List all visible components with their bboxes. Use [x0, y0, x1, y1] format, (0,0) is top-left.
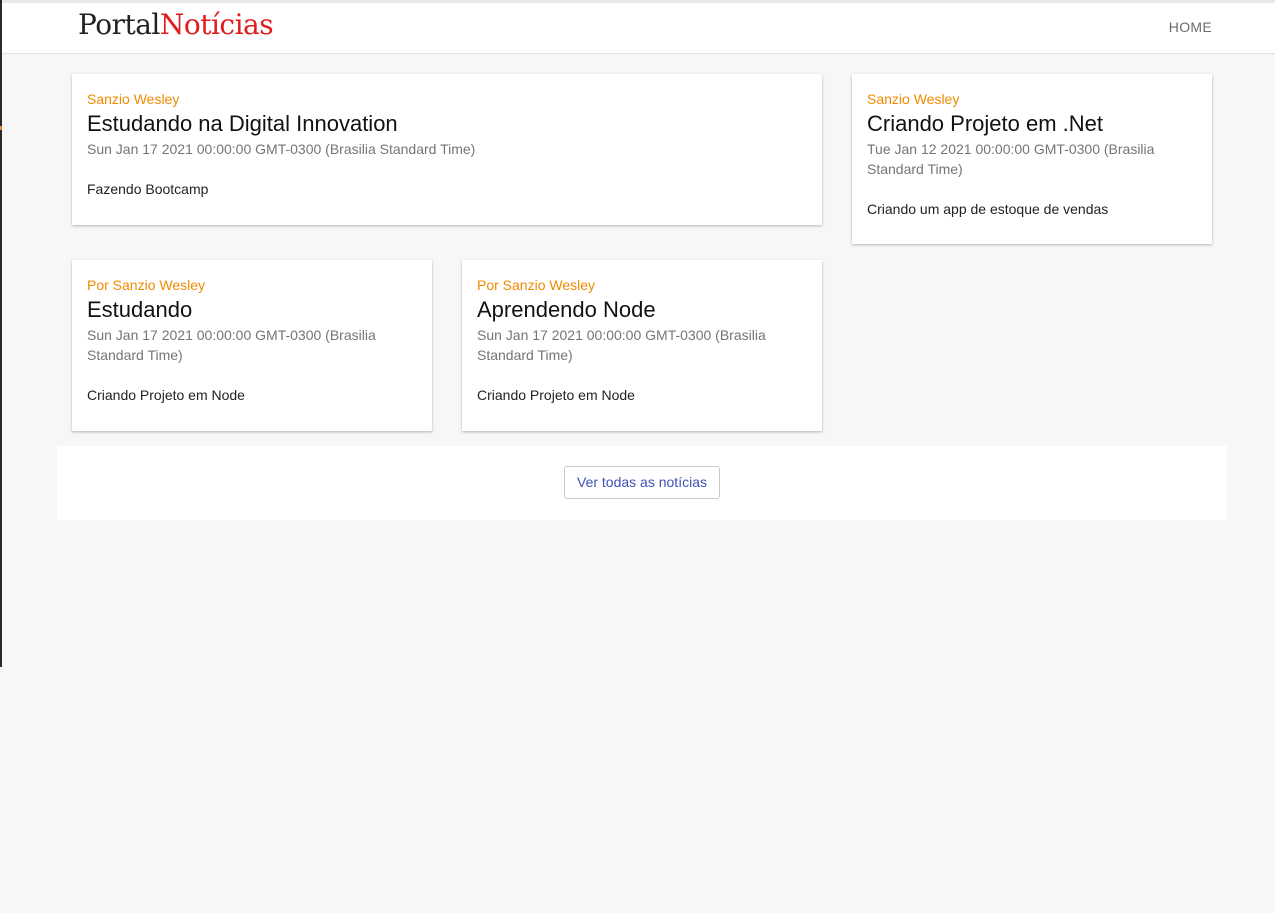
news-card-date: Sun Jan 17 2021 00:00:00 GMT-0300 (Brasi…	[477, 327, 766, 363]
site-logo[interactable]: PortalNotícias	[78, 5, 274, 45]
top-navbar: PortalNotícias HOME	[2, 3, 1275, 54]
news-card[interactable]: Sanzio Wesley Estudando na Digital Innov…	[72, 74, 822, 225]
empty-page-area	[2, 667, 1275, 913]
left-edge-strip	[0, 0, 2, 667]
news-card-title: Estudando na Digital Innovation	[87, 111, 398, 136]
news-card-title: Estudando	[87, 297, 193, 322]
news-card-description: Criando Projeto em Node	[477, 387, 635, 403]
news-card-date: Sun Jan 17 2021 00:00:00 GMT-0300 (Brasi…	[87, 327, 376, 363]
news-card-description: Criando um app de estoque de vendas	[867, 201, 1109, 217]
news-card[interactable]: Por Sanzio Wesley Aprendendo Node Sun Ja…	[462, 260, 822, 431]
logo-text-portal: Portal	[78, 8, 160, 41]
news-card[interactable]: Sanzio Wesley Criando Projeto em .Net Tu…	[852, 74, 1212, 244]
see-all-bar: Ver todas as notícias	[57, 446, 1227, 520]
news-card-description: Fazendo Bootcamp	[87, 181, 209, 197]
news-card-date: Sun Jan 17 2021 00:00:00 GMT-0300 (Brasi…	[87, 141, 476, 157]
news-card-title: Aprendendo Node	[477, 297, 656, 322]
news-card-date: Tue Jan 12 2021 00:00:00 GMT-0300 (Brasi…	[867, 141, 1155, 177]
logo-text-noticias: Notícias	[159, 8, 274, 41]
left-edge-mark	[0, 126, 2, 130]
news-card-description: Criando Projeto em Node	[87, 387, 245, 403]
news-card-author: Sanzio Wesley	[867, 91, 960, 107]
news-card-author: Por Sanzio Wesley	[477, 277, 596, 293]
see-all-news-button[interactable]: Ver todas as notícias	[564, 466, 720, 499]
news-card-author: Por Sanzio Wesley	[87, 277, 206, 293]
nav-link-home[interactable]: HOME	[1169, 19, 1212, 35]
news-card-author: Sanzio Wesley	[87, 91, 180, 107]
news-card[interactable]: Por Sanzio Wesley Estudando Sun Jan 17 2…	[72, 260, 432, 431]
news-card-title: Criando Projeto em .Net	[867, 111, 1103, 136]
